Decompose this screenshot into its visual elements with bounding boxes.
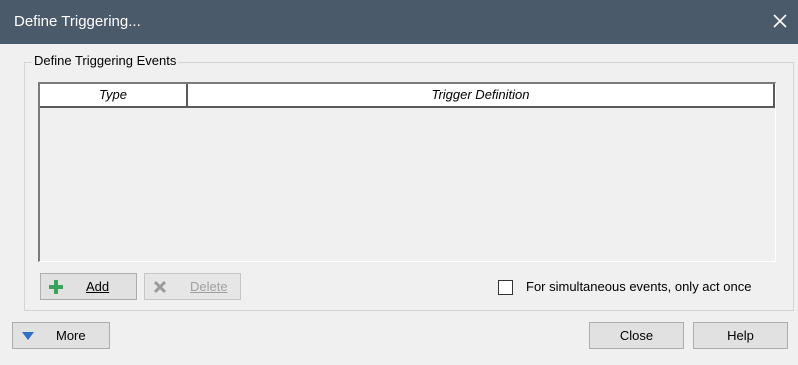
column-header-trigger-definition[interactable]: Trigger Definition [188, 84, 775, 106]
add-button-label: Add [86, 279, 110, 294]
triangle-down-icon [22, 331, 34, 340]
delete-button-label: Delete [190, 279, 228, 294]
help-button[interactable]: Help [693, 322, 788, 349]
more-button-label: More [56, 328, 86, 343]
simultaneous-events-label[interactable]: For simultaneous events, only act once [526, 279, 751, 294]
more-button[interactable]: More [12, 322, 110, 349]
delete-button[interactable]: Delete [144, 273, 241, 300]
simultaneous-events-checkbox[interactable] [498, 280, 513, 295]
help-button-label: Help [727, 328, 754, 343]
add-button[interactable]: Add [40, 273, 137, 300]
title-bar: Define Triggering... [0, 0, 798, 44]
group-legend: Define Triggering Events [32, 53, 179, 68]
close-icon[interactable] [770, 11, 790, 31]
x-icon [153, 280, 167, 293]
table-header: Type Trigger Definition [40, 84, 775, 108]
trigger-table[interactable]: Type Trigger Definition [38, 82, 776, 262]
column-header-type[interactable]: Type [40, 84, 188, 106]
close-button-label: Close [619, 328, 654, 343]
window-title: Define Triggering... [14, 13, 141, 30]
close-button[interactable]: Close [589, 322, 684, 349]
plus-icon [49, 279, 63, 294]
